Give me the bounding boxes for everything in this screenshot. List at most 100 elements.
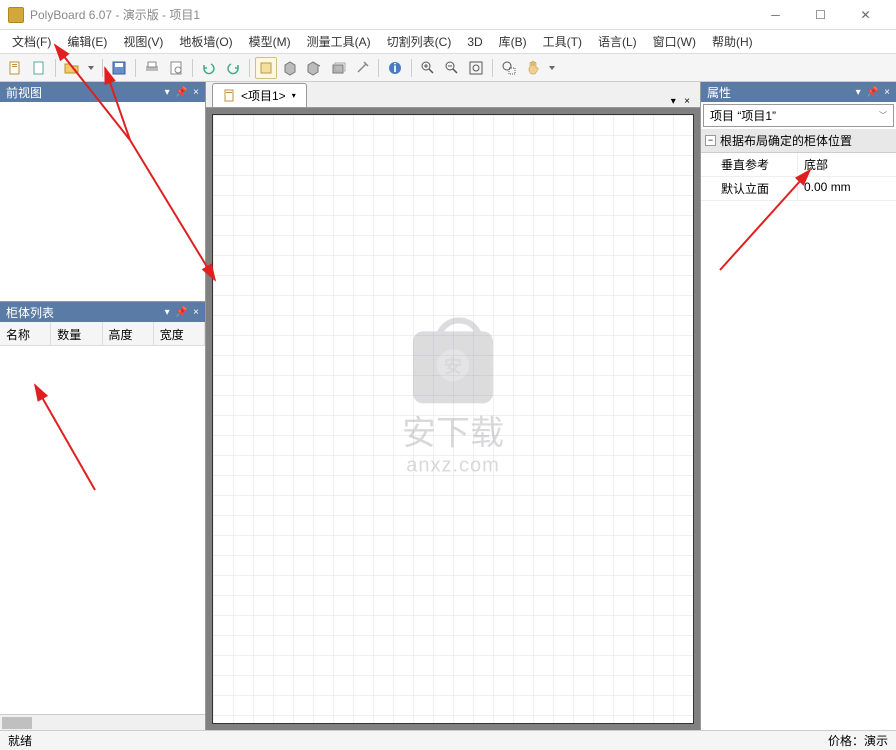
menu-3d[interactable]: 3D [459,32,490,52]
tb-info[interactable]: i [384,57,406,79]
col-width[interactable]: 宽度 [154,322,205,345]
open-icon [64,60,80,76]
box-icon [282,60,298,76]
tb-save[interactable] [108,57,130,79]
property-group-header[interactable]: − 根据布局确定的柜体位置 [701,129,896,153]
selector-text: 项目 “项目1” [710,107,776,124]
tb-new2[interactable] [28,57,50,79]
property-row[interactable]: 默认立面 0.00 mm [701,177,896,201]
tb-zoomin[interactable] [417,57,439,79]
cabinet-list-panel: 柜体列表 ▾ 📌 × 名称 数量 高度 宽度 [0,302,205,730]
menu-library[interactable]: 库(B) [491,30,535,53]
menu-bar: 文档(F) 编辑(E) 视图(V) 地板墙(O) 模型(M) 测量工具(A) 切… [0,30,896,54]
tb-obj1[interactable] [255,57,277,79]
document-tab-active[interactable]: <项目1> ▾ [212,83,307,107]
tb-open-dropdown[interactable] [85,57,97,79]
collapse-toggle-icon[interactable]: − [705,135,716,146]
tb-print[interactable] [141,57,163,79]
tb-preview[interactable] [165,57,187,79]
tb-obj5[interactable] [351,57,373,79]
pan-icon [525,60,541,76]
redo-icon [225,60,241,76]
chevron-down-icon[interactable]: ▾ [292,91,296,100]
tab-label: <项目1> [241,87,286,104]
menu-window[interactable]: 窗口(W) [645,30,704,53]
minimize-button[interactable]: ─ [753,1,798,29]
menu-model[interactable]: 模型(M) [241,30,299,53]
menu-tools[interactable]: 工具(T) [535,30,590,53]
panel-title: 属性 [707,84,856,101]
col-qty[interactable]: 数量 [51,322,102,345]
print-icon [144,60,160,76]
chevron-down-icon: ﹀ [879,110,887,121]
panel-header-cabinet-list[interactable]: 柜体列表 ▾ 📌 × [0,302,205,322]
menu-view[interactable]: 视图(V) [115,30,171,53]
front-view-body[interactable] [0,102,205,301]
tb-zoomout[interactable] [441,57,463,79]
tb-redo[interactable] [222,57,244,79]
canvas-viewport[interactable]: 安 安下载 anxz.com [206,108,700,730]
document-tab-bar: <项目1> ▾ ▾ × [206,82,700,108]
box-icon [330,60,346,76]
menu-cutlist[interactable]: 切割列表(C) [379,30,460,53]
properties-panel: 属性 ▾ 📌 × 项目 “项目1” ﹀ − 根据布局确定的柜体位置 垂直参考 底… [700,82,896,730]
tb-obj4[interactable] [327,57,349,79]
info-icon: i [387,60,403,76]
left-column: 前视图 ▾ 📌 × 柜体列表 ▾ 📌 × 名称 数量 高度 宽度 [0,82,206,730]
panel-controls[interactable]: ▾ 📌 × [856,87,890,98]
col-name[interactable]: 名称 [0,322,51,345]
save-icon [111,60,127,76]
zoom-fit-icon [468,60,484,76]
tb-open[interactable] [61,57,83,79]
toolbar-separator [135,59,136,77]
cabinet-icon [258,60,274,76]
doc-icon [223,89,237,103]
tb-zoomfit[interactable] [465,57,487,79]
tab-bar-controls[interactable]: ▾ × [671,96,694,107]
center-area: <项目1> ▾ ▾ × 安 安下载 [206,82,700,730]
cabinet-list-body[interactable] [0,346,205,714]
toolbar-separator [411,59,412,77]
tb-zoomregion[interactable] [498,57,520,79]
canvas-page[interactable]: 安 安下载 anxz.com [212,114,694,724]
undo-icon [201,60,217,76]
scroll-thumb[interactable] [2,717,32,729]
menu-measure[interactable]: 测量工具(A) [299,30,379,53]
horizontal-scrollbar[interactable] [0,714,205,730]
tb-obj3[interactable] [303,57,325,79]
toolbar-separator [55,59,56,77]
toolbar-separator [102,59,103,77]
property-value[interactable]: 0.00 mm [797,177,896,200]
property-object-selector[interactable]: 项目 “项目1” ﹀ [703,104,894,127]
maximize-button[interactable]: ☐ [798,1,843,29]
menu-edit[interactable]: 编辑(E) [59,30,115,53]
menu-help[interactable]: 帮助(H) [704,30,761,53]
tb-obj2[interactable] [279,57,301,79]
main-area: 前视图 ▾ 📌 × 柜体列表 ▾ 📌 × 名称 数量 高度 宽度 [0,82,896,730]
status-price: 价格：演示 [828,732,888,749]
chevron-down-icon [548,64,556,72]
property-name: 默认立面 [701,177,797,200]
col-height[interactable]: 高度 [103,322,154,345]
panel-controls[interactable]: ▾ 📌 × [165,87,199,98]
tb-new[interactable] [4,57,26,79]
close-button[interactable]: ✕ [843,1,888,29]
menu-file[interactable]: 文档(F) [4,30,59,53]
tb-undo[interactable] [198,57,220,79]
box-icon [306,60,322,76]
menu-language[interactable]: 语言(L) [590,30,645,53]
window-controls: ─ ☐ ✕ [753,1,888,29]
cabinet-table-header: 名称 数量 高度 宽度 [0,322,205,346]
property-row[interactable]: 垂直参考 底部 [701,153,896,177]
tb-pan[interactable] [522,57,544,79]
panel-header-properties[interactable]: 属性 ▾ 📌 × [701,82,896,102]
panel-header-front-view[interactable]: 前视图 ▾ 📌 × [0,82,205,102]
property-name: 垂直参考 [701,153,797,176]
toolbar: i [0,54,896,82]
svg-text:i: i [393,61,396,75]
panel-controls[interactable]: ▾ 📌 × [165,307,199,318]
new-icon [31,60,47,76]
menu-floor[interactable]: 地板墙(O) [171,30,240,53]
property-value[interactable]: 底部 [797,153,896,176]
tb-pan-dropdown[interactable] [546,57,558,79]
